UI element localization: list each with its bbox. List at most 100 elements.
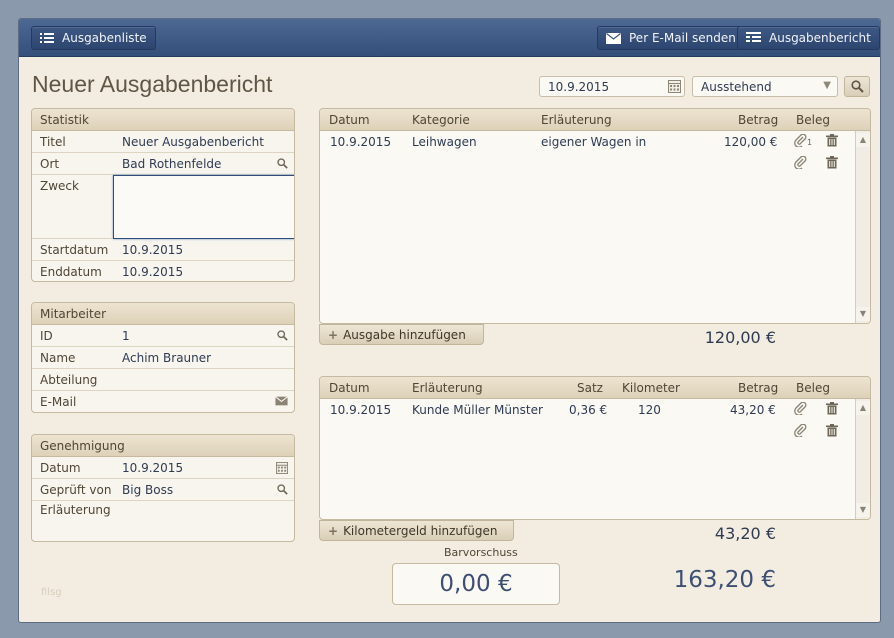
expense-report-label: Ausgabenbericht xyxy=(769,31,871,45)
col-amount[interactable]: Betrag xyxy=(738,113,778,127)
search-icon[interactable] xyxy=(277,330,288,341)
paperclip-icon[interactable] xyxy=(794,423,807,440)
col-category[interactable]: Kategorie xyxy=(412,113,470,127)
cash-advance-field[interactable]: 0,00 € xyxy=(392,563,560,605)
location-row[interactable]: Ort Bad Rothenfelde xyxy=(32,153,294,175)
title-row[interactable]: Titel Neuer Ausgabenbericht xyxy=(32,131,294,153)
trash-icon[interactable] xyxy=(826,402,838,418)
add-expense-label: Ausgabe hinzufügen xyxy=(343,327,466,342)
reviewed-by-row[interactable]: Geprüft von Big Boss xyxy=(32,479,294,501)
paperclip-icon[interactable] xyxy=(794,133,807,150)
table-row[interactable]: 10.9.2015 Kunde Müller Münster 0,36 € 12… xyxy=(320,399,870,421)
col-receipt[interactable]: Beleg xyxy=(796,113,830,127)
title-label: Titel xyxy=(40,135,66,149)
start-date-label: Startdatum xyxy=(40,243,109,257)
mileage-amount: 43,20 € xyxy=(730,403,776,417)
employee-name-value: Achim Brauner xyxy=(122,351,212,365)
expenses-table-header: Datum Kategorie Erläuterung Betrag Beleg xyxy=(320,109,870,131)
table-row[interactable]: 10.9.2015 Leihwagen eigener Wagen in 120… xyxy=(320,131,870,153)
statistics-panel-title: Statistik xyxy=(32,109,294,131)
expense-amount: 120,00 € xyxy=(724,135,778,149)
employee-id-row[interactable]: ID 1 xyxy=(32,325,294,347)
expense-date: 10.9.2015 xyxy=(330,135,392,149)
mileage-table: Datum Erläuterung Satz Kilometer Betrag … xyxy=(319,376,871,520)
purpose-label: Zweck xyxy=(40,179,79,193)
reviewed-by-value: Big Boss xyxy=(122,483,174,497)
mileage-description: Kunde Müller Münster xyxy=(412,403,543,417)
search-button[interactable] xyxy=(844,76,870,97)
status-select-value: Ausstehend xyxy=(701,80,772,94)
col-amount[interactable]: Betrag xyxy=(738,381,778,395)
approval-note-row[interactable]: Erläuterung xyxy=(32,501,294,541)
expenses-sum: 120,00 € xyxy=(704,328,776,347)
scroll-down-icon[interactable]: ▼ xyxy=(856,307,870,321)
col-date[interactable]: Datum xyxy=(329,381,370,395)
app-window: Ausgabenliste Per E-Mail senden Ausgaben… xyxy=(18,18,881,623)
mileage-rate: 0,36 € xyxy=(569,403,608,417)
approval-date-value: 10.9.2015 xyxy=(122,461,184,475)
scroll-up-icon[interactable]: ▲ xyxy=(856,133,870,147)
mileage-sum: 43,20 € xyxy=(714,524,776,543)
trash-icon[interactable] xyxy=(826,156,838,172)
statistics-panel: Statistik Titel Neuer Ausgabenbericht Or… xyxy=(31,108,295,282)
expense-report-button[interactable]: Ausgabenbericht xyxy=(737,26,880,50)
send-email-label: Per E-Mail senden xyxy=(629,31,736,45)
employee-panel: Mitarbeiter ID 1 Name Achim Brauner Abte… xyxy=(31,302,295,413)
status-select[interactable]: Ausstehend ▼ xyxy=(692,76,838,97)
department-label: Abteilung xyxy=(40,373,98,387)
col-description[interactable]: Erläuterung xyxy=(541,113,612,127)
watermark-text: filsg xyxy=(41,587,62,598)
expense-description: eigener Wagen in xyxy=(541,135,647,149)
col-receipt[interactable]: Beleg xyxy=(796,381,830,395)
end-date-row[interactable]: Enddatum 10.9.2015 xyxy=(32,261,294,281)
col-description[interactable]: Erläuterung xyxy=(412,381,483,395)
end-date-value: 10.9.2015 xyxy=(122,265,184,279)
start-date-row[interactable]: Startdatum 10.9.2015 xyxy=(32,239,294,261)
col-rate[interactable]: Satz xyxy=(577,381,603,395)
report-date-field[interactable]: 10.9.2015 xyxy=(539,76,685,97)
mileage-kilometers: 120 xyxy=(638,403,661,417)
table-row-empty[interactable] xyxy=(320,421,870,443)
search-icon[interactable] xyxy=(277,158,288,169)
expenses-scrollbar[interactable]: ▲ ▼ xyxy=(855,131,870,323)
col-kilometers[interactable]: Kilometer xyxy=(622,381,680,395)
trash-icon[interactable] xyxy=(826,134,838,150)
approval-date-row[interactable]: Datum 10.9.2015 xyxy=(32,457,294,479)
approval-date-label: Datum xyxy=(40,461,81,475)
email-row[interactable]: E-Mail xyxy=(32,391,294,412)
department-row[interactable]: Abteilung xyxy=(32,369,294,391)
add-mileage-button[interactable]: + Kilometergeld hinzufügen xyxy=(319,520,514,541)
expense-list-button[interactable]: Ausgabenliste xyxy=(31,26,156,50)
location-label: Ort xyxy=(40,157,60,171)
add-expense-button[interactable]: + Ausgabe hinzufügen xyxy=(319,324,484,345)
send-email-button[interactable]: Per E-Mail senden xyxy=(597,26,745,50)
employee-name-row[interactable]: Name Achim Brauner xyxy=(32,347,294,369)
mileage-scrollbar[interactable]: ▲ ▼ xyxy=(855,399,870,519)
location-value: Bad Rothenfelde xyxy=(122,157,222,171)
calendar-icon[interactable] xyxy=(276,462,288,474)
envelope-icon[interactable] xyxy=(275,396,288,406)
email-label: E-Mail xyxy=(40,395,77,409)
scroll-down-icon[interactable]: ▼ xyxy=(856,503,870,517)
table-row-empty[interactable] xyxy=(320,153,870,175)
expenses-table: Datum Kategorie Erläuterung Betrag Beleg… xyxy=(319,108,871,324)
chevron-down-icon: ▼ xyxy=(823,80,831,91)
col-date[interactable]: Datum xyxy=(329,113,370,127)
approval-panel: Genehmigung Datum 10.9.2015 Geprüft von … xyxy=(31,434,295,542)
paperclip-icon[interactable] xyxy=(794,401,807,418)
grand-total: 163,20 € xyxy=(673,567,776,593)
search-icon[interactable] xyxy=(277,484,288,495)
approval-panel-title: Genehmigung xyxy=(32,435,294,457)
employee-panel-title: Mitarbeiter xyxy=(32,303,294,325)
paperclip-icon[interactable] xyxy=(794,155,807,172)
toolbar: Ausgabenliste Per E-Mail senden Ausgaben… xyxy=(19,19,880,57)
add-mileage-label: Kilometergeld hinzufügen xyxy=(343,523,498,538)
purpose-row: Zweck xyxy=(32,175,294,239)
plus-icon: + xyxy=(328,523,339,538)
mileage-date: 10.9.2015 xyxy=(330,403,392,417)
purpose-textarea[interactable] xyxy=(113,175,294,239)
employee-id-value: 1 xyxy=(122,329,130,343)
calendar-icon[interactable] xyxy=(668,80,681,93)
scroll-up-icon[interactable]: ▲ xyxy=(856,401,870,415)
trash-icon[interactable] xyxy=(826,424,838,440)
